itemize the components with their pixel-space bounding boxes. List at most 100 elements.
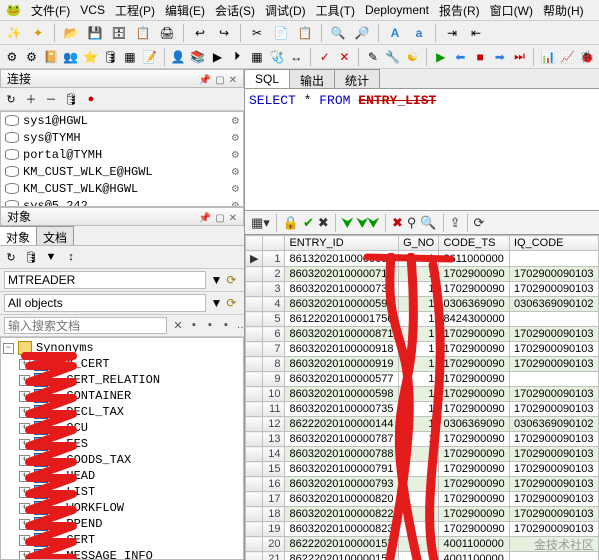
yy-icon[interactable]: ☯: [404, 47, 420, 67]
expand-icon[interactable]: +: [19, 439, 30, 450]
bar-icon[interactable]: 📊: [540, 47, 556, 67]
lock-icon[interactable]: 🔒: [283, 215, 299, 231]
expand-icon[interactable]: +: [19, 503, 30, 514]
upper-icon[interactable]: A: [385, 23, 405, 43]
column-header[interactable]: IQ_CODE: [510, 236, 599, 251]
open-icon[interactable]: 📂: [61, 23, 81, 43]
tab-documents[interactable]: 文档: [36, 226, 74, 245]
tools-icon[interactable]: 🔧: [385, 47, 401, 67]
tree-node[interactable]: +__DECL_TAX: [3, 404, 241, 420]
menu-item[interactable]: 工程(P): [115, 2, 155, 19]
search-input[interactable]: [4, 317, 167, 334]
zoom-icon[interactable]: 🔎: [352, 23, 372, 43]
tree-node[interactable]: +__CERT_RELATION: [3, 372, 241, 388]
expand-icon[interactable]: +: [19, 391, 30, 402]
connection-item[interactable]: portal@TYMH⚙: [1, 146, 243, 163]
expand-icon[interactable]: +: [19, 471, 30, 482]
pin-icon[interactable]: 📌: [199, 213, 211, 224]
export-icon[interactable]: ⇪: [450, 215, 461, 231]
reload-icon[interactable]: ⟳: [226, 273, 240, 287]
clear-icon[interactable]: ✕: [171, 319, 185, 332]
gear2-icon[interactable]: ⚙: [24, 47, 40, 67]
tree-node[interactable]: +__MESSAGE_INFO: [3, 548, 241, 560]
grid-row[interactable]: 1686032020100000793117029000901702900090…: [246, 477, 599, 492]
menu-item[interactable]: 调试(D): [265, 2, 306, 19]
gear-icon[interactable]: ⚙: [232, 130, 239, 145]
rollback-icon[interactable]: ✖: [318, 215, 329, 231]
add-icon[interactable]: ＋: [22, 90, 40, 108]
undo-icon[interactable]: ↩: [190, 23, 210, 43]
tree-node[interactable]: +__LIST: [3, 484, 241, 500]
grid-row[interactable]: 1086032020100000598117029000901702900090…: [246, 387, 599, 402]
grid-row[interactable]: 1286222020100000144103063690900306369090…: [246, 417, 599, 432]
expand-icon[interactable]: −: [3, 343, 14, 354]
save-icon[interactable]: 💾: [85, 23, 105, 43]
obj-refresh-icon[interactable]: ↻: [2, 248, 20, 266]
sync-icon[interactable]: ⟳: [474, 215, 485, 231]
saveall-icon[interactable]: 🗄: [109, 23, 129, 43]
next-icon[interactable]: ➡: [492, 47, 508, 67]
tree-node[interactable]: +__HEAD: [3, 468, 241, 484]
copy-icon[interactable]: 📄: [271, 23, 291, 43]
expand-icon[interactable]: +: [19, 407, 30, 418]
column-header[interactable]: G_NO: [399, 236, 439, 251]
obj-filter-icon[interactable]: ▼: [42, 248, 60, 266]
delete-row-icon[interactable]: ✖: [392, 215, 403, 231]
column-header[interactable]: [246, 236, 263, 251]
fetchall-icon[interactable]: ⮟⮟: [357, 215, 379, 231]
go-icon[interactable]: ▶: [433, 47, 449, 67]
connection-item[interactable]: KM_CUST_WLK@HGWL⚙: [1, 180, 243, 197]
session-icon[interactable]: 👤: [170, 47, 186, 67]
expand-icon[interactable]: +: [19, 375, 30, 386]
paste2-icon[interactable]: 📋: [295, 23, 315, 43]
expand-icon[interactable]: +: [19, 423, 30, 434]
redo-icon[interactable]: ↪: [214, 23, 234, 43]
expand-icon[interactable]: +: [19, 551, 30, 560]
dropdown-icon[interactable]: ▼: [210, 296, 222, 310]
f1-icon[interactable]: ▪: [187, 319, 201, 332]
cut-icon[interactable]: ✂: [247, 23, 267, 43]
menu-item[interactable]: 会话(S): [215, 2, 255, 19]
close-panel-icon[interactable]: ✕: [229, 75, 237, 86]
grid-row[interactable]: 1386032020100000787117029000901702900090…: [246, 432, 599, 447]
grid-row[interactable]: 4860320201000005951030636909003063690901…: [246, 297, 599, 312]
grid-row[interactable]: 58612202010000175018424300000: [246, 312, 599, 327]
gear-icon[interactable]: ⚙: [232, 164, 239, 179]
gear-icon[interactable]: ⚙: [232, 181, 239, 196]
menu-item[interactable]: 编辑(E): [165, 2, 205, 19]
check-icon[interactable]: ✓: [317, 47, 333, 67]
sql-editor[interactable]: SELECT * FROM ENTRY_LIST: [245, 89, 599, 211]
grid-row[interactable]: 2860320201000007131170290009017029000901…: [246, 267, 599, 282]
table-icon[interactable]: ▦: [122, 47, 138, 67]
grid-row[interactable]: 1786032020100000820117029000901702900090…: [246, 492, 599, 507]
object-tree[interactable]: −Synonyms+__Y_CERT+__CERT_RELATION+__CON…: [0, 337, 244, 560]
menu-item[interactable]: VCS: [80, 3, 105, 17]
grid-row[interactable]: 3860320201000007361170290009017029000901…: [246, 282, 599, 297]
scope-filter-input[interactable]: [4, 294, 206, 312]
result-grid[interactable]: ENTRY_IDG_NOCODE_TSIQ_CODE▶1861320201000…: [245, 235, 599, 560]
gear-icon[interactable]: ⚙: [4, 47, 20, 67]
users-icon[interactable]: 👥: [63, 47, 79, 67]
monitor-icon[interactable]: 📈: [560, 47, 576, 67]
tree-node[interactable]: +__WORKFLOW: [3, 500, 241, 516]
grid-view-icon[interactable]: ▦▾: [251, 215, 270, 231]
conn-red-icon[interactable]: ●: [82, 90, 100, 108]
fetch-icon[interactable]: ⮟: [342, 215, 353, 231]
f2-icon[interactable]: ▪: [203, 319, 217, 332]
menu-item[interactable]: 工具(T): [316, 2, 355, 19]
expand-icon[interactable]: +: [19, 487, 30, 498]
menu-item[interactable]: 报告(R): [439, 2, 480, 19]
pin-icon[interactable]: 📌: [199, 75, 211, 86]
exec-icon[interactable]: ▶: [210, 47, 226, 67]
grid-row[interactable]: 1486032020100000788117029000901702900090…: [246, 447, 599, 462]
expand-icon[interactable]: +: [19, 455, 30, 466]
db-icon[interactable]: 🛢: [102, 47, 118, 67]
last-icon[interactable]: ⏭: [512, 47, 528, 67]
refresh-icon[interactable]: ↻: [2, 90, 20, 108]
obj-sort-icon[interactable]: ↕: [62, 248, 80, 266]
find-data-icon[interactable]: ⚲: [407, 215, 417, 231]
find2-icon[interactable]: 🔍: [420, 215, 436, 231]
books-icon[interactable]: 📚: [190, 47, 206, 67]
gear-icon[interactable]: ⚙: [232, 147, 239, 162]
close-panel-icon[interactable]: ✕: [229, 213, 237, 224]
